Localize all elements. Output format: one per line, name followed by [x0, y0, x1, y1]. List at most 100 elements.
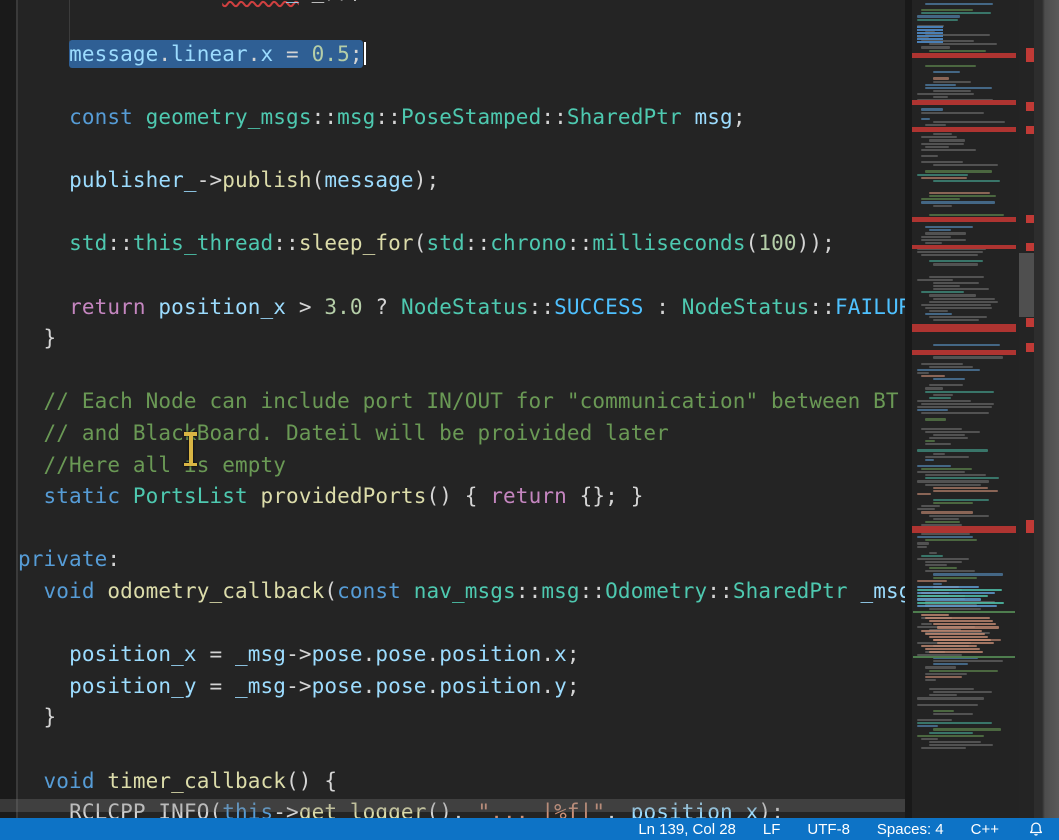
text-caret	[364, 42, 367, 65]
code-token: (	[414, 231, 427, 255]
editor-gutter	[0, 0, 18, 818]
minimap[interactable]	[905, 0, 1019, 818]
code-token: //Here all is empty	[44, 453, 287, 477]
code-token: ::	[516, 579, 542, 603]
code-token: std	[426, 231, 464, 255]
code-token: =	[197, 642, 235, 666]
code-token	[682, 105, 695, 129]
horizontal-scrollbar[interactable]	[0, 799, 905, 812]
code-token: const	[69, 105, 133, 129]
code-line[interactable]: //Here all is empty	[18, 450, 286, 482]
bell-icon[interactable]	[1028, 821, 1044, 838]
code-token: nav_msgs	[414, 579, 516, 603]
code-token: .	[541, 642, 554, 666]
code-token: odometry_callback	[107, 579, 324, 603]
code-token: ;	[350, 42, 363, 66]
code-token: pose	[375, 642, 426, 666]
code-token: void	[44, 769, 95, 793]
code-token	[133, 105, 146, 129]
code-token: .	[363, 642, 376, 666]
code-line[interactable]: std::this_thread::sleep_for(std::chrono:…	[18, 228, 835, 260]
code-token: ));	[797, 231, 835, 255]
code-token: PoseStamped	[401, 105, 541, 129]
code-line[interactable]: // and BlackBoard. Dateil will be proivi…	[18, 418, 669, 450]
vertical-scrollbar[interactable]	[1019, 0, 1034, 818]
code-line[interactable]: void odometry_callback(const nav_msgs::m…	[18, 576, 905, 608]
code-token: return	[69, 295, 146, 319]
code-line[interactable]: // Each Node can include port IN/OUT for…	[18, 386, 899, 418]
vscode-window: twist_ _)); message.linear.x = 0.5; cons…	[0, 0, 1059, 840]
code-token: message	[324, 168, 413, 192]
overview-ruler-error-mark	[1026, 343, 1034, 352]
code-token: ::	[541, 105, 567, 129]
code-line[interactable]: return position_x > 3.0 ? NodeStatus::SU…	[18, 292, 905, 324]
status-item-cursor-position[interactable]: Ln 139, Col 28	[638, 821, 736, 838]
status-item-language-mode[interactable]: C++	[971, 821, 999, 838]
code-token: );	[414, 168, 440, 192]
minimap-content	[915, 0, 1017, 818]
code-line[interactable]: message.linear.x = 0.5;	[18, 39, 366, 71]
code-token: milliseconds	[592, 231, 745, 255]
overview-ruler-error-mark	[1026, 48, 1034, 62]
minimap-error-line	[912, 324, 1016, 332]
code-line[interactable]: void timer_callback() {	[18, 766, 337, 798]
code-token: ->	[197, 168, 223, 192]
code-token: message	[69, 42, 158, 66]
code-token: position_y	[69, 674, 197, 698]
code-token: pose	[312, 642, 363, 666]
code-token: ::	[567, 231, 593, 255]
minimap-error-line	[912, 245, 1016, 249]
code-token: ::	[375, 105, 401, 129]
code-token: ::	[809, 295, 835, 319]
minimap-error-line	[912, 350, 1016, 355]
code-token: >	[286, 295, 324, 319]
selected-text: message.linear.x = 0.5;	[69, 40, 363, 68]
code-token: const	[337, 579, 401, 603]
code-token: () {	[286, 769, 337, 793]
code-token: _msg	[860, 579, 905, 603]
code-token: sleep_for	[299, 231, 414, 255]
code-area[interactable]: twist_ _)); message.linear.x = 0.5; cons…	[18, 0, 905, 818]
code-token	[146, 295, 159, 319]
code-token: ::	[580, 579, 606, 603]
code-token: x	[261, 42, 274, 66]
code-token: ;	[567, 674, 580, 698]
code-token: :	[107, 547, 120, 571]
code-token: chrono	[490, 231, 567, 255]
code-token: 3.0	[324, 295, 362, 319]
status-bar: Ln 139, Col 28 LF UTF-8 Spaces: 4 C++	[0, 818, 1059, 840]
code-token: pose	[375, 674, 426, 698]
code-token: .	[363, 674, 376, 698]
code-line[interactable]: static PortsList providedPorts() { retur…	[18, 481, 643, 513]
status-item-encoding[interactable]: UTF-8	[807, 821, 850, 838]
code-token: return	[490, 484, 567, 508]
code-token: void	[44, 579, 95, 603]
code-token	[95, 769, 108, 793]
code-token: :	[643, 295, 681, 319]
code-line[interactable]: private:	[18, 544, 120, 576]
code-token: SharedPtr	[567, 105, 682, 129]
code-line[interactable]: position_y = _msg->pose.pose.position.y;	[18, 671, 580, 703]
status-item-indentation[interactable]: Spaces: 4	[877, 821, 944, 838]
code-token: NodeStatus	[401, 295, 529, 319]
overview-ruler-error-mark	[1026, 126, 1034, 134]
code-line[interactable]: position_x = _msg->pose.pose.position.x;	[18, 639, 580, 671]
code-line[interactable]: }	[18, 323, 56, 355]
code-editor[interactable]: twist_ _)); message.linear.x = 0.5; cons…	[0, 0, 905, 818]
code-token: providedPorts	[261, 484, 427, 508]
code-token: position	[439, 674, 541, 698]
code-token: NodeStatus	[682, 295, 810, 319]
scrollbar-thumb[interactable]	[1019, 253, 1034, 317]
code-line[interactable]: const geometry_msgs::msg::PoseStamped::S…	[18, 102, 746, 134]
code-token: _msg	[235, 642, 286, 666]
code-line[interactable]: }	[18, 702, 56, 734]
minimap-error-line	[912, 100, 1016, 105]
code-line[interactable]: publisher_->publish(message);	[18, 165, 439, 197]
status-item-eol-sequence[interactable]: LF	[763, 821, 781, 838]
code-line[interactable]: twist_ _));	[18, 0, 363, 7]
code-token: }	[44, 326, 57, 350]
code-token: }	[44, 705, 57, 729]
code-token: () {	[426, 484, 490, 508]
code-token: ;	[567, 642, 580, 666]
code-token	[95, 579, 108, 603]
